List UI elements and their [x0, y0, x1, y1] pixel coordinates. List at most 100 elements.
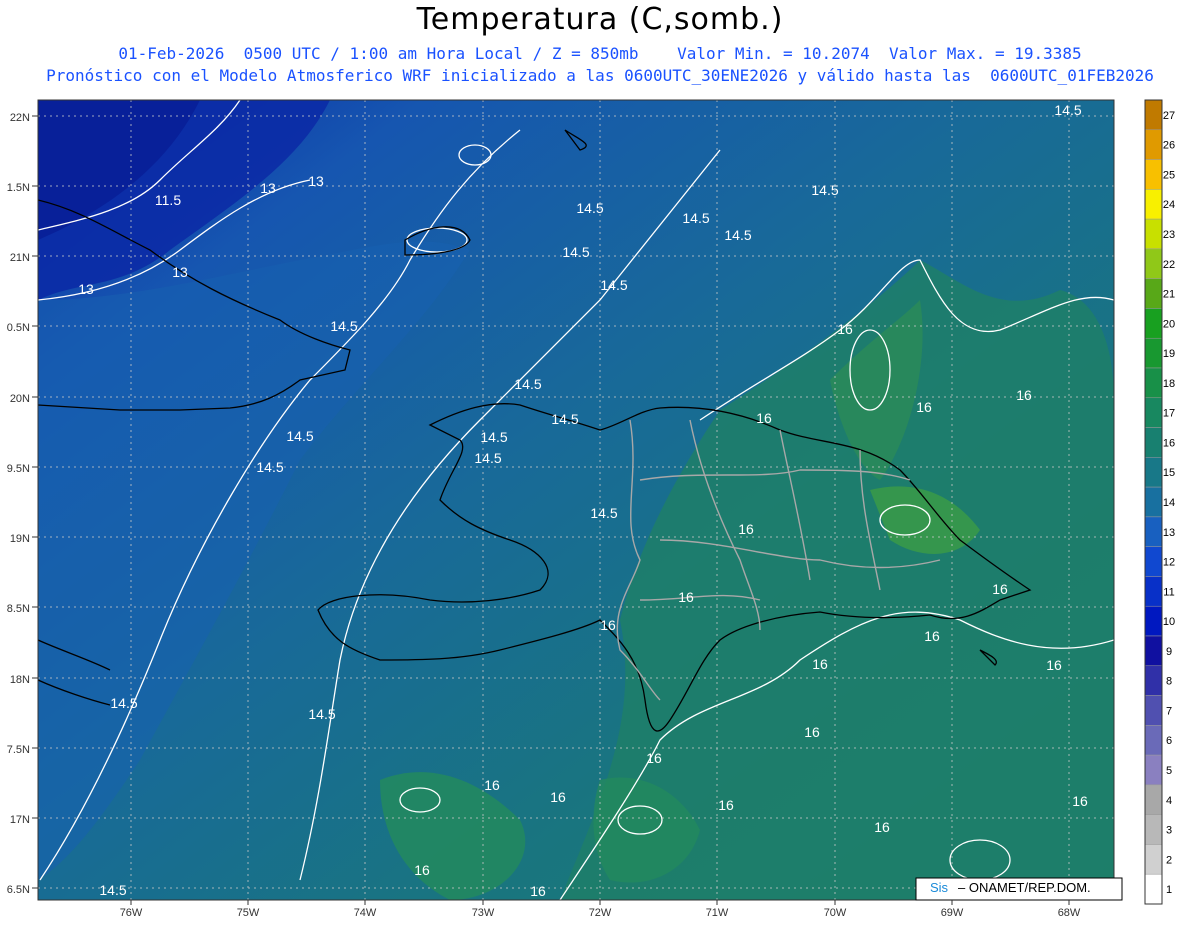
contour-label: 13 [172, 264, 188, 280]
lat-label: 7.5N [7, 744, 30, 756]
contour-label: 14.5 [110, 695, 137, 711]
credit-sis-text: Sis [930, 880, 949, 895]
colorbar-swatch [1144, 337, 1163, 369]
colorbar-label: 18 [1163, 378, 1175, 390]
colorbar-label: 27 [1163, 110, 1175, 122]
colorbar-label: 19 [1163, 348, 1175, 360]
colorbar-swatch [1144, 308, 1163, 339]
contour-label: 16 [837, 321, 853, 337]
contour-label: 14.5 [474, 450, 501, 466]
colorbar-label: 12 [1163, 557, 1175, 569]
contour-label: 14.5 [330, 318, 357, 334]
contour-label: 14.5 [682, 210, 709, 226]
contour-label: 14.5 [286, 428, 313, 444]
colorbar-label: 6 [1166, 735, 1172, 747]
contour-label: 14.5 [590, 505, 617, 521]
contour-label: 16 [718, 797, 734, 813]
lon-label: 69W [941, 907, 964, 919]
contour-label: 14.5 [256, 459, 283, 475]
colorbar-label: 1 [1166, 884, 1172, 896]
contour-label: 16 [530, 883, 546, 899]
colorbar-label: 7 [1166, 705, 1172, 717]
colorbar-label: 26 [1163, 140, 1175, 152]
colorbar-swatch [1144, 218, 1163, 250]
colorbar-swatch [1144, 129, 1163, 160]
map-figure: 11.513 13131314.514.514.514.514.514.514.5… [7, 99, 1175, 919]
colorbar-label: 16 [1163, 437, 1175, 449]
contour-label: 14.5 [1054, 102, 1081, 118]
colorbar-swatch [1144, 248, 1163, 279]
colorbar-swatch [1144, 873, 1163, 905]
lon-label: 76W [120, 907, 143, 919]
colorbar-swatch [1144, 665, 1163, 696]
contour-label: 16 [414, 862, 430, 878]
lon-label: 74W [354, 907, 377, 919]
lon-label: 70W [824, 907, 847, 919]
credit-sis: Sis [930, 880, 948, 895]
colorbar-label: 24 [1163, 199, 1175, 211]
colorbar-label: 4 [1166, 795, 1172, 807]
lat-label: 1.5N [7, 182, 30, 194]
credit-agency: – ONAMET/REP.DOM. [958, 880, 1091, 895]
colorbar-label: 23 [1163, 229, 1175, 241]
contour-label: 14.5 [576, 200, 603, 216]
colorbar-label: 2 [1166, 854, 1172, 866]
contour-label: 11.5 [155, 192, 181, 208]
lon-label: 73W [472, 907, 495, 919]
longitude-labels: 76W 75W 74W 73W 72W 71W 70W 69W 68W [120, 900, 1081, 919]
colorbar-swatch [1144, 725, 1163, 756]
contour-label: 16 [678, 589, 694, 605]
contour-label: 14.5 [562, 244, 589, 260]
lon-label: 75W [237, 907, 260, 919]
contour-label: 16 [1016, 387, 1032, 403]
contour-label: 16 [916, 399, 932, 415]
map-area [38, 100, 1114, 900]
colorbar-swatch [1144, 605, 1163, 637]
colorbar-label: 10 [1163, 616, 1175, 628]
contour-label: 14.5 [480, 429, 507, 445]
colorbar-label: 5 [1166, 765, 1172, 777]
lat-label: 8.5N [7, 603, 30, 615]
contour-label: 16 [804, 724, 820, 740]
colorbar-label: 3 [1166, 825, 1172, 837]
contour-label: 16 [756, 410, 772, 426]
contour-label: 16 [924, 628, 940, 644]
colorbar-label: 20 [1163, 318, 1175, 330]
lat-label: 19N [10, 533, 30, 545]
lon-label: 72W [589, 907, 612, 919]
contour-label: 16 [646, 750, 662, 766]
colorbar-swatch [1144, 486, 1163, 518]
colorbar-label: 21 [1163, 289, 1175, 301]
colorbar-label: 14 [1163, 497, 1175, 509]
colorbar-swatch [1144, 367, 1163, 399]
contour-label: 14.5 [600, 277, 627, 293]
colorbar-swatch [1144, 427, 1163, 458]
contour-label: 16 [738, 521, 754, 537]
colorbar-label: 11 [1163, 586, 1174, 598]
colorbar: 2726252423222120191817161514131211109876… [1144, 99, 1175, 905]
contour-label: 13 [78, 281, 94, 297]
colorbar-label: 17 [1163, 408, 1175, 420]
contour-label: 14.5 [514, 376, 541, 392]
colorbar-swatch [1144, 159, 1163, 190]
colorbar-swatch [1144, 516, 1163, 547]
colorbar-swatch [1144, 754, 1163, 786]
contour-label: 16 [1046, 657, 1062, 673]
contour-label: 14.5 [308, 706, 335, 722]
colorbar-label: 13 [1163, 527, 1175, 539]
lat-label: 18N [10, 674, 30, 686]
lat-label: 6.5N [7, 884, 30, 896]
latitude-labels: 22N 1.5N 21N 0.5N 20N 9.5N 19N 8.5N 18N 7.5N 17N 6.… [7, 112, 38, 896]
contour-label: 14.5 [811, 182, 838, 198]
colorbar-swatch [1144, 397, 1163, 428]
contour-label: 16 [812, 656, 828, 672]
colorbar-swatch [1144, 278, 1163, 309]
lon-label: 68W [1058, 907, 1081, 919]
lat-label: 21N [10, 252, 30, 264]
colorbar-swatch [1144, 189, 1163, 220]
contour-label: 14.5 [99, 882, 126, 898]
colorbar-label: 22 [1163, 259, 1175, 271]
lat-label: 0.5N [7, 322, 30, 334]
lat-label: 9.5N [7, 463, 30, 475]
colorbar-swatch [1144, 99, 1163, 131]
